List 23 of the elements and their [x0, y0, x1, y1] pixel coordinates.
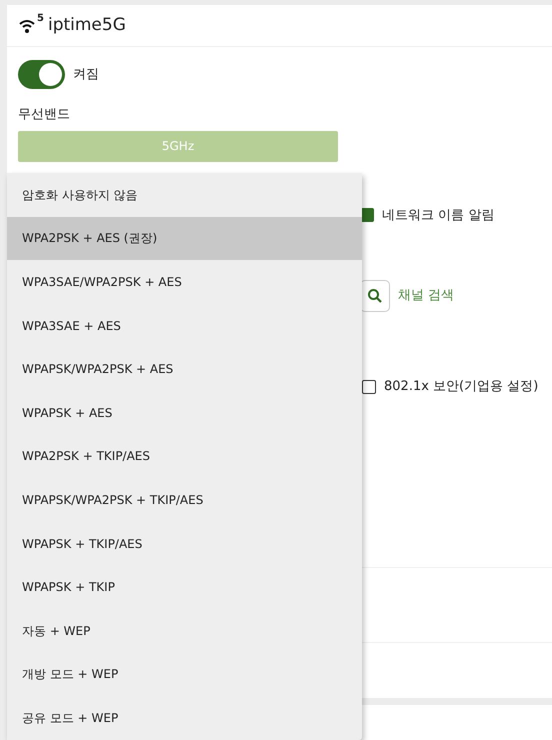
menu-item[interactable]: WPA3SAE + AES — [7, 304, 362, 348]
search-button[interactable] — [360, 280, 390, 312]
checkbox-label: 네트워크 이름 알림 — [382, 206, 494, 224]
menu-item[interactable]: WPAPSK + AES — [7, 390, 362, 435]
menu-item[interactable]: WPA2PSK + AES (권장) — [7, 216, 362, 260]
menu-item[interactable]: 개방 모드 + WEP — [7, 652, 362, 696]
checkbox-label: 802.1x 보안(기업용 설정) — [384, 378, 538, 396]
power-label: 켜짐 — [73, 66, 99, 84]
menu-item[interactable]: 암호화 사용하지 않음 — [7, 173, 362, 217]
menu-item[interactable]: 자동 + WEP — [7, 608, 362, 653]
band-label: 무선밴드 — [18, 106, 71, 124]
menu-item[interactable]: WPAPSK/WPA2PSK + TKIP/AES — [7, 478, 362, 522]
search-icon — [367, 288, 383, 304]
band-number-label: 5 — [37, 12, 44, 26]
channel-search-link[interactable]: 채널 검색 — [398, 286, 454, 306]
power-toggle[interactable] — [18, 60, 65, 89]
menu-item[interactable]: WPA3SAE/WPA2PSK + AES — [7, 260, 362, 304]
menu-item[interactable]: WPA2PSK + TKIP/AES — [7, 434, 362, 478]
menu-item[interactable]: 공유 모드 + WEP — [7, 696, 362, 740]
network-title: iptime5G — [48, 14, 126, 37]
menu-item[interactable]: WPAPSK + TKIP — [7, 565, 362, 609]
menu-item[interactable]: WPAPSK/WPA2PSK + AES — [7, 347, 362, 391]
menu-item[interactable]: WPAPSK + TKIP/AES — [7, 522, 362, 566]
